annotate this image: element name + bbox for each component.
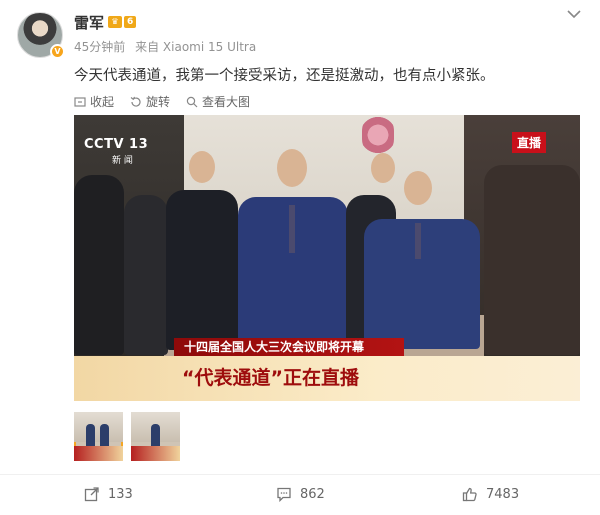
thumbnail-person — [100, 424, 109, 446]
view-large-button[interactable]: 查看大图 — [186, 93, 250, 110]
collapse-label: 收起 — [90, 95, 115, 109]
repost-count: 133 — [108, 486, 133, 502]
image-person — [74, 175, 124, 355]
like-count: 7483 — [486, 486, 520, 502]
image-person — [484, 165, 580, 355]
rotate-label: 旋转 — [146, 95, 171, 109]
verified-badge-icon: V — [50, 44, 65, 59]
post-time[interactable]: 45分钟前 — [74, 40, 125, 54]
view-large-label: 查看大图 — [202, 95, 251, 109]
thumbnail-person — [151, 424, 160, 446]
rotate-button[interactable]: 旋转 — [130, 93, 170, 110]
share-icon — [84, 487, 99, 502]
live-badge: 直播 — [512, 132, 547, 153]
media-actions: 收起 旋转 查看大图 — [74, 93, 250, 110]
chevron-down-icon[interactable] — [566, 8, 582, 20]
image-tie — [289, 205, 295, 253]
thumbnail-strip — [74, 412, 180, 461]
collapse-button[interactable]: 收起 — [74, 93, 114, 110]
image-person — [166, 190, 238, 350]
comment-button[interactable]: 862 — [276, 486, 325, 502]
post-text: 今天代表通道，我第一个接受采访，还是挺激动，也有点小紧张。 — [74, 68, 495, 84]
image-person — [364, 219, 480, 349]
rotate-icon — [130, 96, 141, 107]
image-flowers — [362, 115, 394, 155]
thumbnail-1[interactable] — [74, 412, 123, 461]
image-person — [371, 153, 395, 183]
thumbs-up-icon — [462, 487, 477, 502]
image-person — [124, 195, 168, 355]
cctv-subtitle: 新 闻 — [112, 156, 133, 166]
thumbnail-person — [86, 424, 95, 446]
post-source: 来自 Xiaomi 15 Ultra — [135, 40, 257, 54]
comment-count: 862 — [300, 486, 325, 502]
post-footer: 133 862 7483 — [0, 486, 600, 508]
repost-button[interactable]: 133 — [84, 486, 133, 502]
collapse-icon — [74, 96, 86, 107]
banner-title: “代表通道”正在直播 — [182, 367, 359, 389]
like-button[interactable]: 7483 — [462, 486, 519, 502]
zoom-icon — [186, 96, 198, 107]
thumbnail-banner — [131, 446, 180, 461]
banner-subtitle: 十四届全国人大三次会议即将开幕 — [174, 338, 404, 356]
cctv-logo: CCTV 13 — [84, 137, 149, 152]
thumbnail-bg — [74, 412, 123, 442]
author-name[interactable]: 雷军 — [74, 12, 104, 33]
post-meta: 45分钟前 来自 Xiaomi 15 Ultra — [74, 38, 262, 55]
post-image[interactable]: CCTV 13 新 闻 直播 十四届全国人大三次会议即将开幕 “代表通道”正在直… — [74, 115, 580, 401]
vip-badge[interactable]: ♛ 6 — [108, 15, 137, 29]
image-tie — [415, 223, 421, 259]
vip-level: 6 — [124, 16, 137, 28]
thumbnail-2[interactable] — [131, 412, 180, 461]
thumbnail-banner — [74, 446, 123, 461]
crown-icon: ♛ — [108, 16, 122, 28]
footer-divider — [0, 474, 600, 475]
image-person — [189, 151, 215, 183]
image-person-speaker-head — [277, 149, 307, 187]
image-person — [404, 171, 432, 205]
comment-icon — [277, 487, 291, 502]
